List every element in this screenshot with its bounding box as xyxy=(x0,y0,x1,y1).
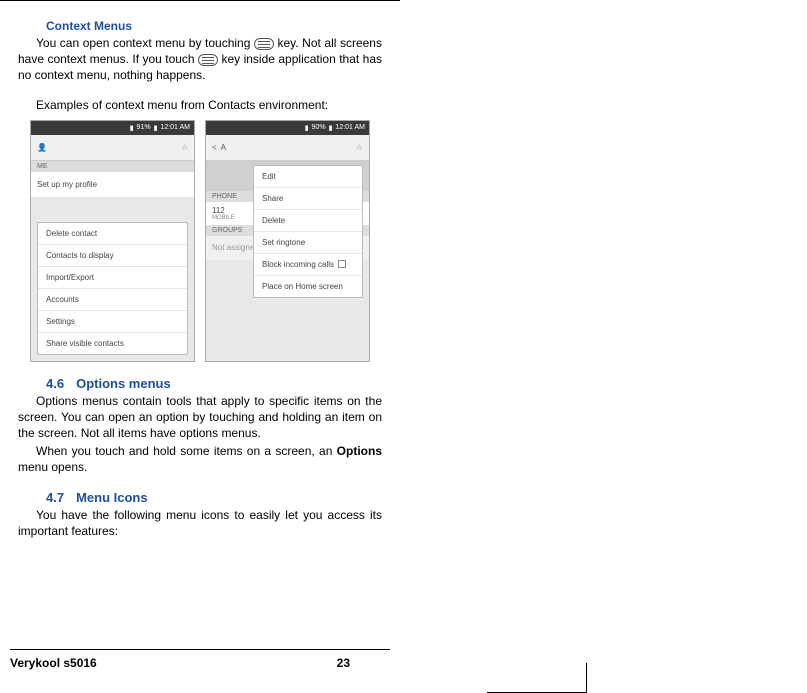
paragraph-options-1: Options menus contain tools that apply t… xyxy=(18,393,382,442)
device-name: Verykool s5016 xyxy=(10,656,97,670)
battery-icon: ▮ xyxy=(154,124,158,132)
paragraph-context-menus: You can open context menu by touching ke… xyxy=(18,35,382,84)
menu-item: Place on Home screen xyxy=(254,276,362,297)
section-title: Options menus xyxy=(76,376,171,391)
paragraph-options-2: When you touch and hold some items on a … xyxy=(18,443,382,475)
heading-menu-icons: 4.7 Menu Icons xyxy=(46,490,382,505)
status-bar: ▮ 91% ▮ 12:01 AM xyxy=(31,121,194,135)
phone-screenshot-2: ▮ 90% ▮ 12:01 AM < A ☆ PHONE 112 MOBILE … xyxy=(205,120,370,362)
back-icon: < xyxy=(212,143,217,152)
section-title: Menu Icons xyxy=(76,490,148,505)
section-number: 4.6 xyxy=(46,376,64,391)
profile-row: Set up my profile xyxy=(31,172,194,198)
action-bar: 👤 ☆ xyxy=(31,135,194,161)
page-number: 23 xyxy=(337,656,350,670)
menu-key-icon xyxy=(198,54,218,66)
menu-item: Block incoming calls xyxy=(254,254,362,276)
menu-item: Accounts xyxy=(38,289,187,311)
paragraph-menu-icons: You have the following menu icons to eas… xyxy=(18,507,382,539)
heading-context-menus: Context Menus xyxy=(46,19,382,33)
clock-text: 12:01 AM xyxy=(160,124,190,131)
menu-item: Delete xyxy=(254,210,362,232)
text-fragment: menu opens. xyxy=(18,460,87,474)
battery-text: 91% xyxy=(137,124,151,131)
document-page: Context Menus You can open context menu … xyxy=(0,0,400,680)
text-bold: Options xyxy=(337,444,382,458)
menu-item: Share visible contacts xyxy=(38,333,187,354)
star-icon: ☆ xyxy=(356,143,363,152)
page-footer: Verykool s5016 23 xyxy=(10,649,390,670)
menu-item: Set ringtone xyxy=(254,232,362,254)
checkbox-icon xyxy=(338,260,346,268)
battery-text: 90% xyxy=(312,124,326,131)
text-fragment: You can open context menu by touching xyxy=(36,36,254,50)
text-fragment: When you touch and hold some items on a … xyxy=(36,444,337,458)
heading-options-menus: 4.6 Options menus xyxy=(46,376,382,391)
menu-item: Share xyxy=(254,188,362,210)
clock-text: 12:01 AM xyxy=(335,124,365,131)
battery-icon: ▮ xyxy=(329,124,333,132)
context-menu: Delete contact Contacts to display Impor… xyxy=(37,222,188,355)
signal-icon: ▮ xyxy=(130,124,134,132)
menu-item: Import/Export xyxy=(38,267,187,289)
context-menu: Edit Share Delete Set ringtone Block inc… xyxy=(253,165,363,298)
menu-item: Delete contact xyxy=(38,223,187,245)
star-icon: ☆ xyxy=(181,143,188,152)
crop-mark-v xyxy=(586,663,587,693)
screenshots-container: ▮ 91% ▮ 12:01 AM 👤 ☆ ME Set up my profil… xyxy=(18,120,382,362)
people-icon: 👤 xyxy=(37,143,47,152)
action-bar: < A ☆ xyxy=(206,135,369,161)
menu-item: Settings xyxy=(38,311,187,333)
not-assigned-text: Not assigned xyxy=(212,243,259,252)
section-number: 4.7 xyxy=(46,490,64,505)
me-header: ME xyxy=(31,161,194,172)
title-text: A xyxy=(221,143,226,152)
menu-item-text: Block incoming calls xyxy=(262,260,334,269)
menu-key-icon xyxy=(254,38,274,50)
signal-icon: ▮ xyxy=(305,124,309,132)
menu-item: Edit xyxy=(254,166,362,188)
status-bar: ▮ 90% ▮ 12:01 AM xyxy=(206,121,369,135)
phone-screenshot-1: ▮ 91% ▮ 12:01 AM 👤 ☆ ME Set up my profil… xyxy=(30,120,195,362)
examples-label: Examples of context menu from Contacts e… xyxy=(36,98,382,112)
menu-item: Contacts to display xyxy=(38,245,187,267)
